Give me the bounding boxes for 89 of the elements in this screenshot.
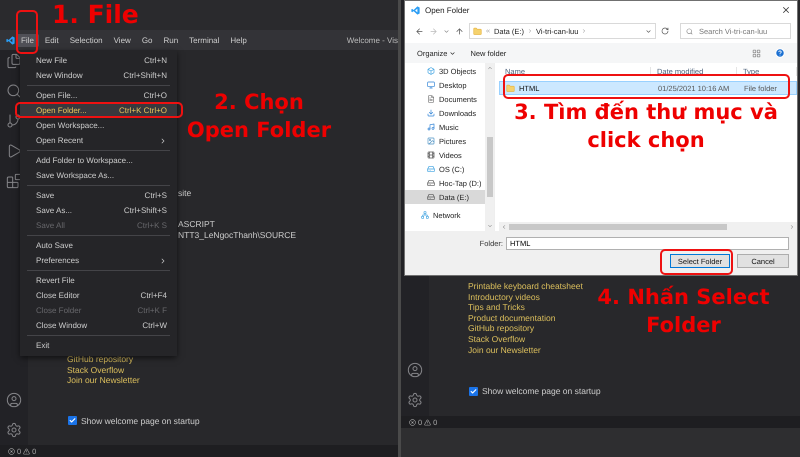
folder-icon bbox=[506, 84, 515, 92]
blocks-icon[interactable] bbox=[6, 173, 22, 189]
menu-item[interactable]: Help bbox=[225, 34, 252, 46]
step-note: 4. Nhấn Select Folder bbox=[596, 284, 771, 339]
search-icon bbox=[686, 28, 693, 35]
menu-entry[interactable]: Add Folder to Workspace... bbox=[20, 153, 177, 168]
cube-icon bbox=[427, 67, 435, 75]
chevron-icon bbox=[527, 28, 534, 34]
download-icon bbox=[427, 109, 435, 117]
welcome-link[interactable]: Stack Overflow bbox=[67, 364, 124, 376]
settings-icon[interactable] bbox=[407, 392, 423, 408]
chevron-icon bbox=[159, 136, 167, 144]
drive-icon bbox=[427, 193, 435, 201]
menu-entry[interactable]: Preferences bbox=[20, 253, 177, 268]
menu-entry[interactable]: Save As... Ctrl+Shift+S bbox=[20, 203, 177, 218]
music-note-icon bbox=[427, 123, 435, 131]
play-icon[interactable] bbox=[6, 143, 22, 159]
menu-entry[interactable]: Open Workspace... bbox=[20, 118, 177, 133]
monitor-icon bbox=[427, 81, 435, 89]
menu-item[interactable]: Run bbox=[158, 34, 184, 46]
menu-entry[interactable]: Revert File bbox=[20, 273, 177, 288]
app-logo-icon bbox=[411, 6, 420, 14]
welcome-link[interactable]: Stack Overflow bbox=[468, 334, 526, 345]
menu-entry[interactable]: Close Window Ctrl+W bbox=[20, 318, 177, 333]
view-icon[interactable] bbox=[752, 48, 761, 58]
help-icon[interactable] bbox=[775, 48, 785, 58]
error-icon bbox=[409, 418, 416, 426]
menu-entry[interactable]: Open Recent bbox=[20, 133, 177, 148]
editor-text: ASCRIPT bbox=[178, 219, 215, 230]
menu-item[interactable]: Go bbox=[136, 34, 158, 46]
drive-icon bbox=[427, 179, 435, 187]
drive-icon bbox=[427, 165, 435, 173]
error-icon bbox=[8, 448, 15, 454]
search-icon[interactable] bbox=[6, 83, 22, 99]
caret-icon[interactable] bbox=[645, 28, 652, 34]
settings-icon[interactable] bbox=[6, 422, 22, 438]
checkbox-label: Show welcome page on startup bbox=[482, 386, 601, 396]
branch-icon[interactable] bbox=[6, 113, 22, 129]
caret-icon[interactable] bbox=[443, 28, 450, 34]
warning-icon bbox=[23, 448, 30, 454]
files-icon[interactable] bbox=[6, 53, 22, 69]
highlight-frame bbox=[16, 10, 38, 54]
dialog-title: Open Folder bbox=[425, 6, 470, 14]
film-icon bbox=[427, 151, 435, 159]
folder-icon bbox=[473, 26, 482, 36]
step-title: 1. File bbox=[52, 0, 139, 30]
menu-item[interactable]: Terminal bbox=[184, 34, 224, 46]
welcome-link[interactable]: Introductory videos bbox=[468, 292, 540, 302]
account-icon[interactable] bbox=[6, 392, 22, 408]
startup-checkbox[interactable] bbox=[68, 416, 77, 426]
checkbox-label: Show welcome page on startup bbox=[81, 416, 200, 426]
editor-text: site bbox=[178, 188, 192, 199]
welcome-link[interactable]: GitHub repository bbox=[468, 323, 534, 334]
menu-entry[interactable]: Open File... Ctrl+O bbox=[20, 88, 177, 103]
menu-item[interactable]: View bbox=[108, 34, 136, 46]
document-icon bbox=[427, 95, 435, 103]
welcome-link[interactable]: Join our Newsletter bbox=[468, 344, 541, 356]
step-note: 2. Chọn Open Folder bbox=[186, 89, 332, 144]
menu-entry[interactable]: Auto Save bbox=[20, 238, 177, 253]
welcome-link[interactable]: Product documentation bbox=[468, 312, 556, 324]
welcome-link[interactable]: Join our Newsletter bbox=[67, 375, 140, 386]
close-icon[interactable] bbox=[781, 5, 791, 15]
caret-icon bbox=[449, 50, 456, 56]
back-arrow-icon[interactable] bbox=[415, 26, 424, 36]
welcome-link[interactable]: Tips and Tricks bbox=[468, 302, 525, 313]
startup-checkbox[interactable] bbox=[469, 386, 478, 396]
app-logo-icon bbox=[6, 36, 15, 44]
menu-item[interactable]: Edit bbox=[40, 34, 64, 46]
warning-icon bbox=[424, 418, 432, 426]
chevrons-icon bbox=[485, 28, 491, 34]
step-note: 3. Tìm đến thư mục và click chọn bbox=[513, 99, 779, 154]
window-title: Welcome - Vis bbox=[346, 36, 398, 44]
up-arrow-icon[interactable] bbox=[455, 26, 464, 36]
menu-entry[interactable]: Save Ctrl+S bbox=[20, 188, 177, 203]
refresh-icon[interactable] bbox=[661, 27, 669, 35]
network-icon bbox=[421, 211, 429, 219]
chevron-icon bbox=[581, 28, 588, 34]
chevron-icon bbox=[159, 256, 167, 264]
editor-text: NTT3_LeNgocThanh\SOURCE bbox=[178, 230, 296, 241]
menu-entry[interactable]: Close Editor Ctrl+F4 bbox=[20, 288, 177, 303]
menu-entry[interactable]: Save Workspace As... bbox=[20, 168, 177, 183]
picture-icon bbox=[427, 137, 435, 145]
menu-entry[interactable]: Exit bbox=[20, 338, 177, 353]
menu-item[interactable]: Selection bbox=[64, 34, 108, 46]
welcome-link[interactable]: Printable keyboard cheatsheet bbox=[468, 281, 583, 292]
menu-entry[interactable]: New Window Ctrl+Shift+N bbox=[20, 68, 177, 83]
welcome-link[interactable]: GitHub repository bbox=[67, 354, 134, 365]
menu-entry[interactable]: New File Ctrl+N bbox=[20, 53, 177, 68]
account-icon[interactable] bbox=[407, 362, 423, 378]
